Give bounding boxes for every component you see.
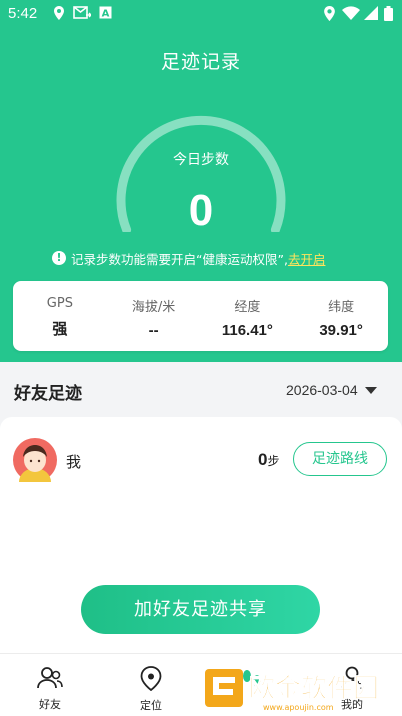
selected-date: 2026-03-04	[286, 382, 358, 398]
stat-value: --	[148, 322, 159, 339]
mail-status-icon	[73, 6, 91, 19]
tab-label: 定位	[140, 699, 162, 712]
friend-steps-unit: 步	[267, 454, 280, 468]
stat-label: 纬度	[328, 300, 355, 315]
today-steps-value: 0	[188, 186, 214, 235]
notice-text: 记录步数功能需要开启“健康运动权限”,	[71, 251, 288, 267]
location-status-icon	[54, 6, 64, 20]
stat-gps: GPS 强	[13, 281, 107, 351]
stat-label: 海拔/米	[131, 300, 176, 315]
stat-altitude: 海拔/米 --	[107, 281, 201, 351]
tab-location[interactable]: 定位	[121, 666, 181, 713]
stat-value: 39.91°	[319, 322, 363, 339]
friends-section-title: 好友足迹	[14, 384, 82, 404]
enable-permission-link[interactable]: 去开启	[288, 249, 326, 268]
warning-icon: !	[52, 251, 66, 265]
watermark-url: www.apoujin.com	[263, 703, 334, 712]
friend-name: 我	[66, 453, 82, 471]
stat-latitude: 纬度 39.91°	[294, 281, 388, 351]
permission-notice: ! 记录步数功能需要开启“健康运动权限”, 去开启	[52, 249, 325, 267]
avatar	[13, 438, 57, 482]
status-bar: 5:42 A	[0, 0, 402, 28]
stat-label: GPS	[46, 296, 73, 311]
tab-label: 好友	[39, 698, 61, 711]
page-title: 足迹记录	[160, 51, 241, 73]
wifi-icon	[342, 6, 360, 20]
stat-value: 强	[52, 320, 68, 338]
gps-status-icon	[324, 6, 335, 21]
friends-icon	[37, 667, 63, 689]
friend-steps: 0步	[258, 450, 279, 470]
a-status-icon: A	[99, 6, 112, 19]
signal-icon	[364, 6, 378, 20]
caret-down-icon	[364, 386, 377, 394]
location-stats-card: GPS 强 海拔/米 -- 经度 116.41° 纬度 39.91°	[13, 281, 388, 351]
watermark-logo: 欧金软件园 www.apoujin.com	[205, 669, 379, 712]
stat-value: 116.41°	[221, 322, 273, 339]
watermark-text: 欧金软件园	[249, 673, 379, 704]
location-pin-icon	[140, 666, 162, 692]
svg-text:A: A	[102, 9, 110, 20]
today-steps-label: 今日步数	[173, 152, 229, 168]
battery-icon	[384, 6, 393, 21]
date-selector[interactable]: 2026-03-04	[286, 382, 377, 398]
status-time: 5:42	[8, 5, 38, 22]
stat-longitude: 经度 116.41°	[201, 281, 295, 351]
list-item[interactable]: 我 0步 足迹路线	[0, 438, 402, 482]
add-friend-share-button[interactable]: 加好友足迹共享	[81, 585, 320, 634]
stat-label: 经度	[234, 300, 261, 315]
tab-friends[interactable]: 好友	[20, 666, 80, 712]
footprint-route-button[interactable]: 足迹路线	[293, 442, 387, 476]
